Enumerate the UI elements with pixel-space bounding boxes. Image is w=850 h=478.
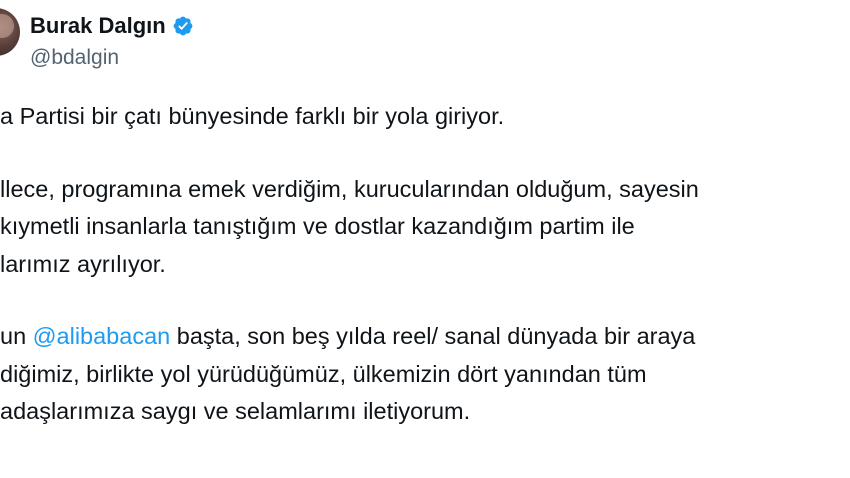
tweet-text-fragment: başta, son beş yılda reel/ sanal dünyada… <box>170 323 696 349</box>
tweet-text-fragment: un <box>0 323 33 349</box>
tweet-line: a Partisi bir çatı bünyesinde farklı bir… <box>0 103 505 129</box>
author-avatar[interactable] <box>0 8 20 56</box>
author-handle[interactable]: @bdalgin <box>30 46 119 70</box>
mention-link[interactable]: @alibabacan <box>33 323 171 349</box>
tweet-line: llece, programına emek verdiğim, kurucul… <box>0 175 699 202</box>
author-name-row: Burak Dalgın <box>30 11 194 41</box>
tweet-line: kıymetli insanlarla tanıştığım ve dostla… <box>0 213 635 239</box>
tweet-line: larımız ayrılıyor. <box>0 250 166 277</box>
tweet-text: a Partisi bir çatı bünyesinde farklı bir… <box>0 98 850 431</box>
tweet-line: un @alibabacan başta, son beş yılda reel… <box>0 318 850 356</box>
author-display-name[interactable]: Burak Dalgın <box>30 13 166 39</box>
tweet-line: adaşlarımıza saygı ve selamlarımı iletiy… <box>0 398 471 424</box>
verified-badge-icon[interactable] <box>172 15 194 37</box>
tweet-line: diğimiz, birlikte yol yürüdüğümüz, ülkem… <box>0 360 647 387</box>
